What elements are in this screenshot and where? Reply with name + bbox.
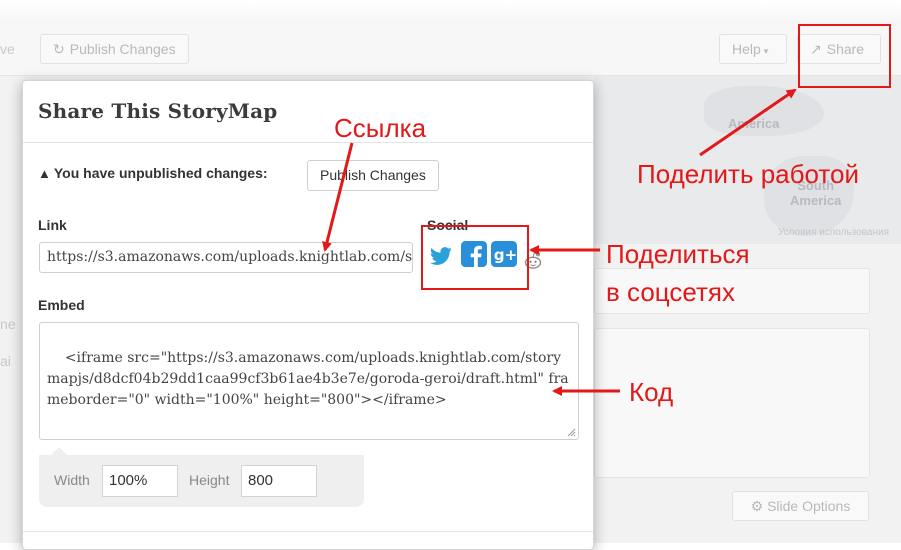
warning-icon: ▲ xyxy=(38,166,51,181)
embed-code-text: <iframe src="https://s3.amazonaws.com/up… xyxy=(47,350,569,408)
width-input[interactable]: 100% xyxy=(102,465,178,497)
link-label: Link xyxy=(38,217,67,233)
modal-header: Share This StoryMap xyxy=(23,81,593,143)
unpublished-warning: ▲ You have unpublished changes: xyxy=(38,165,268,181)
toolbar-publish-label: Publish Changes xyxy=(69,41,176,57)
unpublished-warning-text: You have unpublished changes: xyxy=(53,165,268,181)
refresh-icon: ↻ xyxy=(53,41,65,57)
caret-down-icon: ▾ xyxy=(763,46,769,56)
social-highlight-box xyxy=(421,225,529,290)
width-label: Width xyxy=(54,472,90,488)
share-modal: Share This StoryMap ▲ You have unpublishe… xyxy=(22,80,594,550)
annotation-share: Поделить работой xyxy=(637,159,860,189)
share-highlight-box xyxy=(798,24,891,88)
embed-label: Embed xyxy=(38,297,85,313)
height-input[interactable]: 800 xyxy=(241,465,317,497)
annotation-social-line2: в соцсетях xyxy=(606,277,735,307)
modal-footer xyxy=(23,531,593,532)
resize-grip-icon[interactable] xyxy=(567,428,576,437)
annotation-social-line1: Поделиться xyxy=(606,239,750,269)
left-partial-text: ai xyxy=(0,353,11,369)
map-label-america: America xyxy=(728,116,780,131)
toolbar-publish-button[interactable]: ↻ Publish Changes xyxy=(40,34,189,64)
annotation-link: Ссылка xyxy=(334,113,427,143)
link-input[interactable]: https://s3.amazonaws.com/uploads.knightl… xyxy=(39,242,413,273)
modal-title: Share This StoryMap xyxy=(38,99,278,123)
left-partial-text: ne xyxy=(0,316,16,332)
publish-changes-button[interactable]: Publish Changes xyxy=(307,160,439,191)
map-attribution[interactable]: Условия использования xyxy=(778,227,889,238)
height-label: Height xyxy=(189,472,230,488)
toolbar-partial-label: ve xyxy=(0,41,15,57)
slide-options-button[interactable]: ⚙ Slide Options xyxy=(732,491,869,521)
embed-code-textarea[interactable]: <iframe src="https://s3.amazonaws.com/up… xyxy=(39,322,579,440)
help-label: Help xyxy=(732,41,761,57)
top-toolbar: ve ↻ Publish Changes Help ▾ ↗ Share xyxy=(0,22,901,76)
slide-options-label: Slide Options xyxy=(767,498,851,514)
gear-icon: ⚙ xyxy=(750,498,764,514)
annotation-code: Код xyxy=(629,377,674,407)
embed-dimensions-bar: Width 100% Height 800 xyxy=(39,447,364,507)
help-button[interactable]: Help ▾ xyxy=(719,34,787,64)
